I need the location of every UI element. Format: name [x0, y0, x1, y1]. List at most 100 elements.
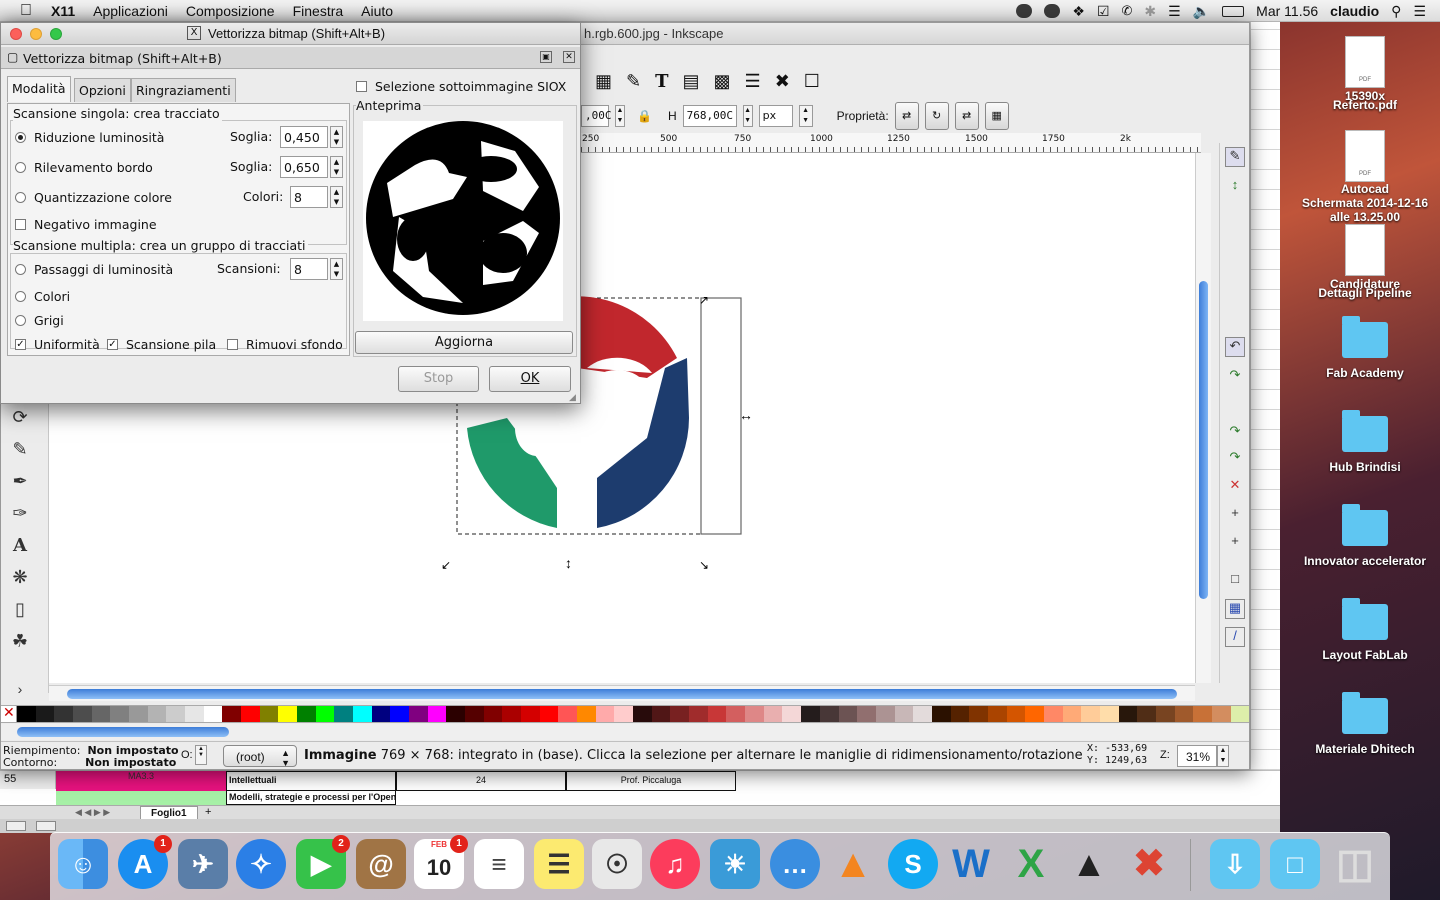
spiral-tool-icon[interactable]: ⟳ [9, 407, 31, 429]
colors-field[interactable]: 8 [290, 186, 328, 208]
layer-select[interactable]: (root) ▲ ▼ [223, 745, 297, 768]
menu-item-finestra[interactable]: Finestra [284, 3, 353, 19]
node-edit-icon[interactable]: ▦ [595, 71, 612, 92]
opacity-spin[interactable]: ▲ ▼ [195, 745, 207, 765]
quantization-option[interactable]: Quantizzazione colore [15, 187, 172, 207]
more-tools-chevron-icon[interactable]: › [9, 681, 31, 703]
sheet-cell-green[interactable] [56, 791, 226, 805]
edge-option[interactable]: Rilevamento bordo [15, 157, 153, 177]
volume-icon[interactable]: 🔈 [1193, 3, 1210, 20]
sheet-cell-area[interactable]: Intellettuali [226, 771, 396, 791]
page-layout-icon[interactable] [36, 821, 56, 831]
tab-ringraziamenti[interactable]: Ringraziamenti [131, 78, 236, 102]
edge-threshold-field[interactable]: 0,650 [280, 156, 328, 178]
reminders-icon[interactable]: ≡ [474, 839, 524, 889]
sheet-cell-hours[interactable]: 24 [396, 771, 566, 791]
snap-nodes-icon[interactable]: ↶ [1225, 337, 1245, 357]
desktop-folder-hub-brindisi[interactable]: Hub Brindisi [1290, 410, 1440, 474]
remove-bg-checkbox[interactable] [227, 338, 238, 350]
greys-option[interactable]: Grigi [15, 310, 64, 330]
horizontal-scroll-thumb[interactable] [67, 689, 1177, 699]
excel-icon[interactable]: X [1006, 839, 1056, 889]
snap-intersection-icon[interactable]: ✕ [1225, 477, 1245, 497]
transform-gradient-button[interactable]: ⇄ [954, 102, 979, 130]
ok-button[interactable]: OK [489, 366, 571, 392]
scans-field[interactable]: 8 [290, 258, 328, 280]
contacts-icon[interactable]: @ [356, 839, 406, 889]
menu-clock[interactable]: Mar 11.56 [1256, 3, 1318, 19]
colors-spin[interactable]: ▲ ▼ [330, 186, 343, 208]
eraser-tool-icon[interactable]: ▯ [9, 599, 31, 621]
unit-dropdown-icon[interactable]: ▲ ▼ [798, 105, 813, 127]
brightness-threshold-spin[interactable]: ▲ ▼ [330, 126, 343, 148]
desktop-icon-autocad[interactable]: PDF Autocad Schermata 2014-12-16 alle 13… [1290, 130, 1440, 224]
snap-page-icon[interactable]: □ [1225, 571, 1245, 591]
desktop-icon-candidature[interactable]: Candidature Dettagli Pipeline [1290, 224, 1440, 299]
h-spin[interactable]: ▲ ▼ [742, 105, 753, 127]
smooth-option[interactable]: ✓ Uniformità [15, 334, 100, 354]
snap-smooth-nodes-icon[interactable]: ↷ [1225, 423, 1245, 443]
sheet-nav-arrows-icon[interactable]: ◀ ◀ ▶ ▶ [75, 807, 110, 818]
desktop-folder-innovator[interactable]: Innovator accelerator [1290, 504, 1440, 568]
menu-user[interactable]: claudio [1330, 3, 1379, 19]
color-palette[interactable]: ✕ [1, 704, 1250, 723]
greys-radio[interactable] [15, 314, 26, 326]
calligraphy-tool-icon[interactable]: ✑ [9, 503, 31, 525]
zoom-field[interactable]: 31% [1177, 745, 1217, 767]
safari-icon[interactable]: ✧ [236, 839, 286, 889]
quantization-radio[interactable] [15, 191, 26, 203]
multi-colors-option[interactable]: Colori [15, 286, 70, 306]
text-tool-icon[interactable]: T [655, 71, 668, 92]
multi-colors-radio[interactable] [15, 290, 26, 302]
notes-icon[interactable]: ☰ [534, 839, 584, 889]
tools-prefs-icon[interactable]: ✖ [775, 71, 790, 92]
snap-midpoints-icon[interactable]: ↷ [1225, 449, 1245, 469]
resize-grip-icon[interactable]: ◢ [569, 393, 576, 403]
dropbox-icon[interactable]: ❖ [1072, 3, 1085, 20]
pen-edit-icon[interactable]: ✎ [626, 71, 641, 92]
update-preview-button[interactable]: Aggiorna [355, 331, 573, 354]
messages-icon[interactable]: … [770, 839, 820, 889]
x11-dock-icon[interactable]: ✖ [1124, 839, 1174, 889]
vertical-scrollbar[interactable] [1195, 153, 1211, 683]
facetime-icon[interactable]: ▶ 2 [296, 835, 350, 889]
h-field[interactable]: 768,00C [682, 105, 737, 127]
itunes-icon[interactable]: ♫ [650, 839, 700, 889]
edge-radio[interactable] [15, 161, 26, 173]
horizontal-scrollbar[interactable] [49, 685, 1195, 701]
bucket-tool-icon[interactable]: ☘ [9, 631, 31, 653]
menu-app-name[interactable]: X11 [42, 3, 84, 19]
add-sheet-icon[interactable]: + [205, 806, 211, 818]
secondary-scrollbar[interactable] [1, 724, 1249, 740]
snap-paths-icon[interactable]: ↷ [1225, 367, 1245, 387]
smooth-checkbox[interactable]: ✓ [15, 338, 26, 350]
vlc-icon[interactable]: ▲ [828, 839, 878, 889]
desktop-folder-fab-academy[interactable]: Fab Academy [1290, 316, 1440, 380]
brightness-steps-option[interactable]: Passaggi di luminosità [15, 259, 173, 279]
stop-button[interactable]: Stop [398, 366, 479, 392]
tab-modalita[interactable]: Modalità [7, 76, 71, 102]
w-field[interactable]: ,00C [581, 105, 612, 127]
close-window-button[interactable] [10, 28, 22, 40]
desktop-icon-referto[interactable]: PDF 15390x Referto.pdf [1290, 36, 1440, 111]
sheet-cell-code[interactable]: MA3.3 [56, 771, 226, 791]
document-props-icon[interactable]: ▩ [714, 71, 731, 92]
edge-threshold-spin[interactable]: ▲ ▼ [330, 156, 343, 178]
layers-icon[interactable]: ▤ [683, 71, 700, 92]
spotlight-search-icon[interactable]: ⚲ [1391, 3, 1401, 20]
status-circle-icon[interactable] [1044, 4, 1061, 18]
text-tool-side-icon[interactable]: A [9, 535, 31, 557]
minimize-window-button[interactable] [30, 28, 42, 40]
menu-item-composizione[interactable]: Composizione [177, 3, 284, 19]
stack-checkbox[interactable]: ✓ [107, 338, 118, 350]
lock-ratio-icon[interactable]: 🔒 [637, 109, 652, 123]
app-store-icon[interactable]: A1 [118, 835, 172, 889]
inkscape-icon[interactable]: ▲ [1064, 839, 1114, 889]
spray-tool-icon[interactable]: ❋ [9, 567, 31, 589]
trash-icon[interactable]: ◫ [1330, 839, 1380, 889]
desktop-folder-materiale[interactable]: Materiale Dhitech [1290, 692, 1440, 756]
battery-icon[interactable] [1222, 5, 1245, 17]
snap-bbox-icon[interactable]: ↕ [1225, 177, 1245, 197]
unit-select[interactable]: px [758, 105, 793, 127]
pencil-tool-icon[interactable]: ✎ [9, 439, 31, 461]
